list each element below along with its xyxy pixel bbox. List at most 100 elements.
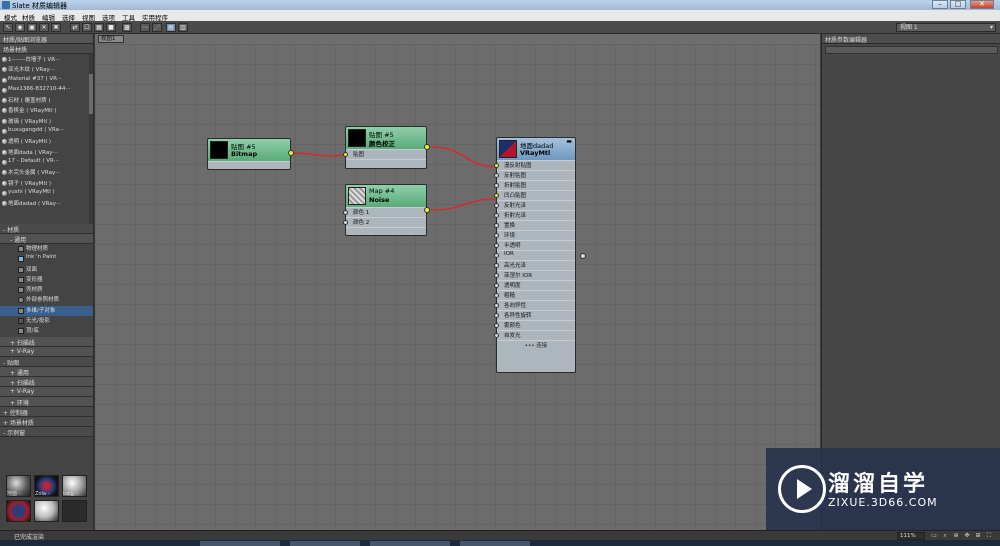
- list-item[interactable]: 壳材质: [0, 285, 93, 295]
- layout-icon[interactable]: ⋯: [140, 23, 150, 32]
- input-socket[interactable]: [494, 243, 499, 248]
- list-item[interactable]: Material #37 ( VR···: [0, 76, 93, 86]
- node-view[interactable]: 视图1 贴图 #5 Bitmap 贴图 #5 颜色校正 贴图 Map #4 No…: [95, 34, 820, 530]
- browser-toggle-icon[interactable]: ▤: [166, 23, 176, 32]
- list-item[interactable]: 物理材质: [0, 244, 93, 254]
- pick-material-icon[interactable]: ◉: [15, 23, 25, 32]
- input-socket[interactable]: [494, 233, 499, 238]
- assign-material-icon[interactable]: ▣: [27, 23, 37, 32]
- maps-section[interactable]: - 贴图: [0, 356, 93, 367]
- input-socket[interactable]: [494, 303, 499, 308]
- scene-materials-section-2[interactable]: + 场景材质: [0, 416, 93, 427]
- sample-slot[interactable]: Zola···: [34, 475, 59, 497]
- list-item[interactable]: 双面: [0, 265, 93, 275]
- param-rollout-bar[interactable]: [825, 46, 998, 54]
- taskbar-item[interactable]: [370, 541, 450, 546]
- list-item[interactable]: Max1366-832710-44···: [0, 86, 93, 96]
- maximize-button[interactable]: □: [950, 0, 966, 9]
- more-slots-button[interactable]: ••• 连接: [497, 340, 575, 349]
- list-scrollbar[interactable]: [89, 54, 93, 224]
- list-item[interactable]: 多维/子对象: [0, 305, 93, 317]
- input-slot[interactable]: 粗糙: [494, 290, 575, 300]
- minimize-button[interactable]: –: [932, 0, 948, 9]
- zoom-region-icon[interactable]: ⊕: [952, 532, 960, 540]
- input-socket[interactable]: [494, 173, 499, 178]
- scanline-section[interactable]: + 扫描线: [0, 336, 93, 347]
- input-slot[interactable]: 折射贴图: [494, 180, 575, 190]
- input-socket[interactable]: [494, 253, 499, 258]
- sample-slot[interactable]: [62, 500, 87, 522]
- list-item[interactable]: 顶/底: [0, 326, 93, 336]
- list-item[interactable]: 木完头金属 ( VRay···: [0, 168, 93, 178]
- select-tool-icon[interactable]: ↖: [3, 23, 13, 32]
- fit-icon[interactable]: ⊞: [974, 532, 982, 540]
- list-item[interactable]: 变形器: [0, 275, 93, 285]
- controllers-section[interactable]: + 控制器: [0, 406, 93, 417]
- materials-section[interactable]: - 材质: [0, 224, 93, 234]
- node-bitmap[interactable]: 贴图 #5 Bitmap: [207, 138, 294, 170]
- input-socket[interactable]: [494, 293, 499, 298]
- sample-slot[interactable]: 地面···: [6, 475, 31, 497]
- input-socket[interactable]: [343, 152, 348, 157]
- input-slot[interactable]: IOR: [494, 250, 575, 260]
- node-header[interactable]: 地面dadad VRayMtl ▬: [497, 138, 575, 160]
- general-section[interactable]: - 通用: [0, 234, 93, 244]
- output-socket[interactable]: [424, 144, 430, 150]
- input-socket[interactable]: [343, 220, 348, 225]
- input-socket[interactable]: [494, 283, 499, 288]
- show-bg-icon[interactable]: ■: [106, 23, 116, 32]
- input-slot[interactable]: 半透明: [494, 240, 575, 250]
- zoom-icon[interactable]: ⌕: [941, 532, 949, 540]
- input-slot[interactable]: 透明度: [494, 280, 575, 290]
- node-noise[interactable]: Map #4 Noise 颜色 1 颜色 2: [343, 184, 430, 236]
- reset-icon[interactable]: ✕: [39, 23, 49, 32]
- scrollbar-thumb[interactable]: [89, 74, 93, 114]
- node-color-correction[interactable]: 贴图 #5 颜色校正 贴图: [343, 126, 430, 169]
- list-item[interactable]: 石材 ( 覆盖材质 ): [0, 96, 93, 106]
- input-slot[interactable]: 漫反射贴图: [494, 160, 575, 170]
- list-item[interactable]: buxugangdd ( VRa···: [0, 127, 93, 137]
- input-slot[interactable]: 置换: [494, 220, 575, 230]
- pan-icon[interactable]: ✥: [963, 532, 971, 540]
- input-slot[interactable]: 自发光: [494, 330, 575, 340]
- move-children-icon[interactable]: ⇄: [70, 23, 80, 32]
- input-socket[interactable]: [494, 273, 499, 278]
- input-slot[interactable]: 雾颜色: [494, 320, 575, 330]
- list-item[interactable]: 亚光木纹 ( VRay···: [0, 65, 93, 75]
- sample-slot[interactable]: [34, 500, 59, 522]
- list-item[interactable]: 玻璃 ( VRayMtl ): [0, 117, 93, 127]
- input-slot[interactable]: 各异性旋转: [494, 310, 575, 320]
- input-socket[interactable]: [494, 203, 499, 208]
- input-socket[interactable]: [494, 163, 499, 168]
- param-toggle-icon[interactable]: ▥: [178, 23, 188, 32]
- maps-scanline-section[interactable]: + 扫描线: [0, 376, 93, 387]
- input-socket[interactable]: [494, 333, 499, 338]
- input-slot[interactable]: 颜色 2: [343, 217, 426, 227]
- minimize-node-icon[interactable]: ▬: [566, 138, 572, 145]
- list-item[interactable]: 镜子 ( VRayMtl ): [0, 179, 93, 189]
- list-item[interactable]: yushi ( VRayMtl ): [0, 189, 93, 199]
- view-select[interactable]: 视图 1 ▾: [896, 23, 996, 32]
- input-slot[interactable]: 反射光泽: [494, 200, 575, 210]
- node-vraymtl[interactable]: 地面dadad VRayMtl ▬ 漫反射贴图 反射贴图 折射贴图 凹凸贴图 反…: [494, 137, 586, 373]
- taskbar-item[interactable]: [290, 541, 360, 546]
- node-header[interactable]: 贴图 #5 Bitmap: [208, 139, 290, 161]
- output-socket[interactable]: [288, 150, 294, 156]
- input-slot[interactable]: 菲涅尔 IOR: [494, 270, 575, 280]
- input-socket[interactable]: [494, 313, 499, 318]
- input-slot[interactable]: 各向异性: [494, 300, 575, 310]
- output-socket[interactable]: [424, 207, 430, 213]
- taskbar-item[interactable]: [200, 541, 280, 546]
- input-slot[interactable]: 折射光泽: [494, 210, 575, 220]
- scene-materials-section[interactable]: 场景材质: [0, 44, 93, 54]
- zoom-field[interactable]: 111%: [897, 532, 925, 540]
- delete-icon[interactable]: ✖: [51, 23, 61, 32]
- input-socket[interactable]: [494, 193, 499, 198]
- list-item[interactable]: 透明 ( VRayMtl ): [0, 137, 93, 147]
- input-socket[interactable]: [494, 213, 499, 218]
- input-socket[interactable]: [494, 263, 499, 268]
- maps-general-section[interactable]: + 通用: [0, 366, 93, 377]
- taskbar-item[interactable]: [460, 541, 530, 546]
- input-socket[interactable]: [494, 323, 499, 328]
- node-header[interactable]: Map #4 Noise: [346, 185, 426, 207]
